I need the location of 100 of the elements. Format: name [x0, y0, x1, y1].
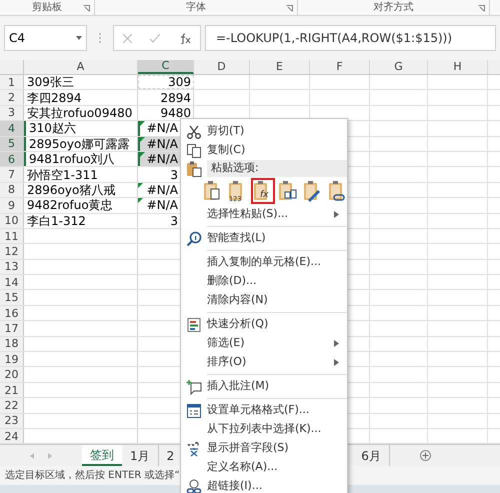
copy-icon [186, 142, 202, 158]
menu-item[interactable]: 插入复制的单元格(E)... [181, 253, 347, 272]
submenu-arrow-icon [334, 359, 339, 366]
menu-item[interactable]: 超链接(I)... [181, 477, 347, 493]
name-box[interactable]: C4 [4, 25, 87, 51]
menu-item[interactable]: 定义名称(A)... [181, 458, 347, 477]
comment-icon [186, 378, 202, 394]
row-header[interactable]: 23 [0, 414, 24, 428]
scissors-icon [186, 124, 202, 140]
row-header[interactable]: 15 [0, 290, 24, 305]
function-icon[interactable] [178, 32, 191, 44]
row-header[interactable]: 19 [0, 352, 24, 366]
check-icon[interactable] [150, 34, 160, 42]
drag-handle-icon[interactable] [99, 33, 101, 43]
ribbon-group-label: 字体 [186, 0, 206, 15]
row-header[interactable]: 16 [0, 306, 24, 320]
table-cell: 310赵六 [29, 122, 76, 134]
row-header[interactable]: 3 [0, 106, 24, 120]
cancel-icon[interactable] [123, 34, 132, 42]
menu-item[interactable]: 删除(D)... [181, 272, 347, 291]
column-header[interactable]: G [370, 60, 428, 74]
table-cell: 3 [170, 168, 178, 181]
dialog-launcher-icon[interactable] [478, 5, 485, 12]
column-header[interactable]: C [138, 60, 194, 74]
row-header[interactable]: 12 [0, 244, 24, 259]
table-cell: #N/A [146, 138, 178, 150]
table-cell: #N/A [146, 184, 178, 196]
search-icon [186, 230, 202, 246]
table-cell: 9482rofuo黄忠 [27, 199, 113, 212]
row-header[interactable]: 17 [0, 321, 24, 336]
dropdown-caret-icon [76, 36, 82, 40]
error-indicator-icon [138, 182, 143, 188]
column-header[interactable]: D [194, 60, 250, 74]
menu-item[interactable]: 快速分析(Q) [181, 315, 347, 334]
table-cell: 2894 [160, 92, 191, 104]
table-cell: 309张三 [27, 76, 74, 88]
menu-item[interactable]: 插入批注(M) [181, 377, 347, 396]
table-cell: 李四2894 [27, 92, 82, 104]
dialog-launcher-icon[interactable] [83, 5, 90, 12]
row-header[interactable]: 6 [0, 152, 24, 166]
table-cell: 309 [168, 76, 191, 88]
table-cell: #N/A [146, 153, 178, 166]
table-cell: 孙悟空1-311 [27, 168, 98, 181]
ribbon-group-label: 对齐方式 [374, 0, 414, 15]
menu-item[interactable]: 筛选(E) [181, 334, 347, 353]
error-indicator-icon [138, 198, 143, 204]
submenu-arrow-icon [334, 340, 339, 347]
dialog-launcher-icon[interactable] [286, 5, 293, 12]
menu-section-header: 粘贴选项: [207, 160, 347, 177]
menu-item[interactable]: 显示拼音字段(S) [181, 439, 347, 458]
row-header[interactable]: 11 [0, 228, 24, 244]
menu-item[interactable]: 清除内容(N) [181, 291, 347, 310]
column-header[interactable]: E [250, 60, 310, 74]
table-cell: 9480 [160, 106, 191, 119]
table-cell: 李白1-312 [27, 214, 86, 227]
row-header[interactable]: 18 [0, 336, 24, 352]
paste-icon [186, 160, 202, 176]
table-cell: 3 [170, 214, 178, 227]
column-header[interactable]: H [428, 60, 488, 74]
table-cell: #N/A [146, 199, 178, 212]
menu-item[interactable]: 从下拉列表中选择(K)... [181, 420, 347, 439]
table-cell: 9481rofuo刘八 [29, 153, 115, 166]
menu-item[interactable]: 选择性粘贴(S)... [181, 205, 347, 224]
submenu-arrow-icon [334, 211, 339, 218]
status-message: 选定目标区域，然后按 ENTER 或选择“ [5, 468, 180, 484]
table-cell: 安其拉rofuo09480 [27, 106, 132, 119]
add-sheet-icon[interactable] [420, 450, 431, 462]
sheet-tab[interactable]: 签到 [82, 445, 122, 466]
menu-item[interactable]: 剪切(T) [181, 122, 347, 141]
row-header[interactable]: 24 [0, 428, 24, 444]
error-indicator-icon [140, 121, 145, 126]
scroll-left-icon[interactable] [30, 452, 34, 459]
error-indicator-icon [140, 136, 145, 142]
row-header[interactable]: 1 [0, 75, 24, 90]
table-cell: 2895oyo娜可露露 [29, 138, 130, 150]
table-cell: 2896oyo猪八戒 [27, 184, 116, 196]
row-header[interactable]: 21 [0, 382, 24, 398]
row-header[interactable]: 20 [0, 367, 24, 382]
row-header[interactable]: 5 [0, 136, 24, 151]
menu-item[interactable]: 复制(C) [181, 141, 347, 160]
paste-glyph: fx [260, 190, 268, 200]
table-cell: #N/A [146, 122, 178, 134]
ribbon-group-label: 剪贴板 [32, 0, 62, 15]
menu-item[interactable]: 排序(O) [181, 353, 347, 372]
row-header[interactable]: 9 [0, 198, 24, 213]
formula-field[interactable]: =-LOOKUP(1,-RIGHT(A4,ROW($1:$15))) [205, 25, 496, 51]
row-header[interactable]: 4 [0, 121, 24, 136]
row-header[interactable]: 8 [0, 182, 24, 198]
menu-item[interactable]: 智能查找(L) [181, 229, 347, 248]
row-header[interactable]: 14 [0, 275, 24, 290]
row-header[interactable]: 22 [0, 398, 24, 413]
paste-formulas-icon[interactable]: fx [251, 178, 275, 204]
column-header[interactable]: F [310, 60, 370, 74]
quick-analysis-icon [186, 316, 202, 332]
row-header[interactable]: 13 [0, 260, 24, 274]
row-header[interactable]: 10 [0, 214, 24, 228]
row-header[interactable]: 2 [0, 90, 24, 105]
row-header[interactable]: 7 [0, 167, 24, 182]
scroll-right-icon[interactable] [48, 452, 52, 459]
menu-item[interactable]: 设置单元格格式(F)... [181, 401, 347, 420]
